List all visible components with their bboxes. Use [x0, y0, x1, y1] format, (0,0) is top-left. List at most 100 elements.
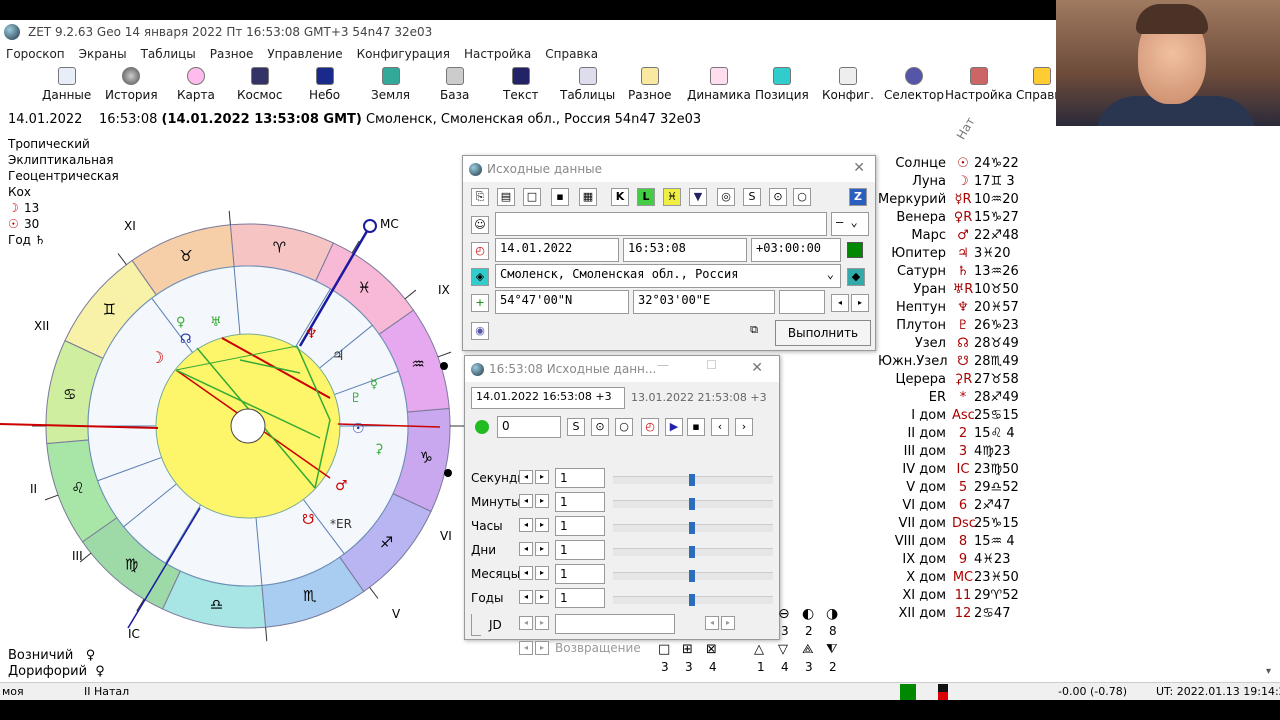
- slider-thumb[interactable]: [689, 522, 695, 534]
- menu-control[interactable]: Управление: [267, 47, 342, 61]
- menu-tables[interactable]: Таблицы: [141, 47, 196, 61]
- horoscope-wheel[interactable]: MC IC ♈♉♊♋♌♍♎ ♏♐♑♒♓ IIIIIVVIIXXIXII ☽ ♀ ♅…: [0, 188, 500, 658]
- slider-thumb[interactable]: [689, 570, 695, 582]
- planet-row[interactable]: IV дом IC 23♍50: [878, 460, 1058, 478]
- toolbar-history-button[interactable]: История: [105, 65, 158, 102]
- aspect-icon[interactable]: ♓: [663, 188, 681, 206]
- planet-row[interactable]: Луна ☽ 17♊ 3: [878, 172, 1058, 190]
- step-field[interactable]: 0: [497, 416, 561, 438]
- altitude-field[interactable]: [779, 290, 825, 314]
- new-doc-icon[interactable]: □: [523, 188, 541, 206]
- step-increase-icon[interactable]: ▸: [535, 518, 549, 532]
- run-indicator-icon[interactable]: [475, 420, 489, 434]
- minimize-icon[interactable]: —: [657, 358, 669, 372]
- date-field[interactable]: 14.01.2022: [495, 238, 619, 262]
- planet-row[interactable]: Венера ♀R 15♑27: [878, 208, 1058, 226]
- toolbar-sky-button[interactable]: Небо: [309, 65, 340, 102]
- step-increase-icon[interactable]: ▸: [535, 494, 549, 508]
- latitude-field[interactable]: 54°47'00"N: [495, 290, 629, 314]
- toolbar-config-button[interactable]: Конфиг.: [822, 65, 874, 102]
- step-decrease-icon[interactable]: ◂: [519, 542, 533, 556]
- toolbar-position-button[interactable]: Позиция: [755, 65, 809, 102]
- next-arrow-icon[interactable]: ▸: [851, 294, 869, 312]
- step-slider[interactable]: [613, 498, 773, 510]
- menu-settings[interactable]: Настройка: [464, 47, 531, 61]
- copy-icon[interactable]: ⎘: [471, 188, 489, 206]
- step-slider[interactable]: [613, 546, 773, 558]
- planet-row[interactable]: VI дом 6 2♐47: [878, 496, 1058, 514]
- s-button[interactable]: S: [743, 188, 761, 206]
- step-row-value[interactable]: 1: [555, 468, 605, 488]
- planet-row[interactable]: X дом MC 23♓50: [878, 568, 1058, 586]
- clock-icon[interactable]: ◴: [471, 242, 489, 260]
- planet-row[interactable]: Церера ⚳R 27♉58: [878, 370, 1058, 388]
- slider-thumb[interactable]: [689, 498, 695, 510]
- jd-prev-icon[interactable]: ◂: [519, 616, 533, 630]
- calendar-icon[interactable]: ▦: [579, 188, 597, 206]
- menu-help[interactable]: Справка: [545, 47, 598, 61]
- current-datetime-field[interactable]: 14.01.2022 16:53:08 +3: [471, 387, 625, 409]
- scroll-down-icon[interactable]: ▾: [1266, 666, 1271, 677]
- place-field[interactable]: Смоленск, Смоленская обл., Россия ⌄: [495, 264, 841, 288]
- step-increase-icon[interactable]: ▸: [535, 566, 549, 580]
- close-icon[interactable]: ✕: [751, 360, 763, 376]
- step-increase-icon[interactable]: ▸: [535, 590, 549, 604]
- radio-dot-icon[interactable]: ⊙: [591, 418, 609, 436]
- planet-row[interactable]: Плутон ♇ 26♑23: [878, 316, 1058, 334]
- chevron-down-icon[interactable]: ⌄: [827, 267, 834, 281]
- text-icon[interactable]: ▼: [689, 188, 707, 206]
- return-label[interactable]: Возвращение: [555, 641, 641, 655]
- paste-icon[interactable]: ▤: [497, 188, 515, 206]
- globe-icon[interactable]: ◈: [471, 268, 489, 286]
- l-button[interactable]: L: [637, 188, 655, 206]
- planet-row[interactable]: Южн.Узел ☋ 28♏49: [878, 352, 1058, 370]
- step-slider[interactable]: [613, 522, 773, 534]
- step-decrease-icon[interactable]: ◂: [519, 494, 533, 508]
- map-pin-icon[interactable]: ◆: [847, 268, 865, 286]
- return-next-icon[interactable]: ▸: [535, 641, 549, 655]
- step-row-value[interactable]: 1: [555, 492, 605, 512]
- circle-icon[interactable]: ○: [793, 188, 811, 206]
- step-increase-icon[interactable]: ▸: [535, 470, 549, 484]
- return-prev-icon[interactable]: ◂: [519, 641, 533, 655]
- coordinates-icon[interactable]: +: [471, 294, 489, 312]
- circle-icon[interactable]: ○: [615, 418, 633, 436]
- execute-button[interactable]: Выполнить: [775, 320, 871, 346]
- planet-row[interactable]: Узел ☊ 28♉49: [878, 334, 1058, 352]
- k-button[interactable]: K: [611, 188, 629, 206]
- step-slider[interactable]: [613, 570, 773, 582]
- toolbar-cosmos-button[interactable]: Космос: [237, 65, 282, 102]
- step-decrease-icon[interactable]: ◂: [519, 470, 533, 484]
- planet-row[interactable]: V дом 5 29♎52: [878, 478, 1058, 496]
- planet-row[interactable]: I дом Asc 25♋15: [878, 406, 1058, 424]
- close-icon[interactable]: ✕: [853, 160, 865, 176]
- toolbar-misc-button[interactable]: Разное: [628, 65, 672, 102]
- menu-misc[interactable]: Разное: [210, 47, 254, 61]
- next-arrow-icon[interactable]: ›: [735, 418, 753, 436]
- radio-dot-icon[interactable]: ⊙: [769, 188, 787, 206]
- export-icon[interactable]: ▶: [665, 418, 683, 436]
- time-field[interactable]: 16:53:08: [623, 238, 747, 262]
- slider-thumb[interactable]: [689, 546, 695, 558]
- planet-row[interactable]: Нептун ♆ 20♓57: [878, 298, 1058, 316]
- name-field[interactable]: [495, 212, 827, 236]
- s-button[interactable]: S: [567, 418, 585, 436]
- planet-row[interactable]: Юпитер ♃ 3♓20: [878, 244, 1058, 262]
- planet-row[interactable]: Солнце ☉ 24♑22: [878, 154, 1058, 172]
- step-decrease-icon[interactable]: ◂: [519, 518, 533, 532]
- planet-row[interactable]: III дом 3 4♍23: [878, 442, 1058, 460]
- menu-screens[interactable]: Экраны: [79, 47, 127, 61]
- planet-row[interactable]: Меркурий ☿R 10♒20: [878, 190, 1058, 208]
- toolbar-dynamics-button[interactable]: Динамика: [687, 65, 751, 102]
- longitude-field[interactable]: 32°03'00"E: [633, 290, 775, 314]
- step-decrease-icon[interactable]: ◂: [519, 590, 533, 604]
- planet-row[interactable]: ER * 28♐49: [878, 388, 1058, 406]
- person-icon[interactable]: ☺: [471, 216, 489, 234]
- toolbar-data-button[interactable]: Данные: [42, 65, 91, 102]
- spiral-icon[interactable]: ◎: [717, 188, 735, 206]
- planet-row[interactable]: Сатурн ♄ 13♒26: [878, 262, 1058, 280]
- maximize-icon[interactable]: ☐: [706, 358, 717, 372]
- save-icon[interactable]: ▪: [551, 188, 569, 206]
- clock-icon[interactable]: ◴: [641, 418, 659, 436]
- planet-row[interactable]: Марс ♂ 22♐48: [878, 226, 1058, 244]
